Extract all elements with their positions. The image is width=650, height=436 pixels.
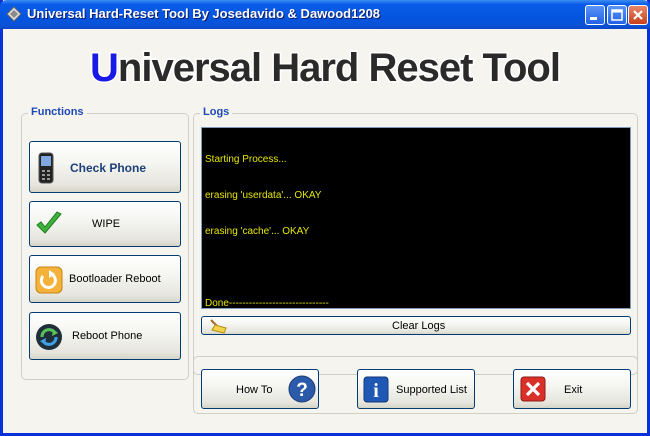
reboot-phone-label: Reboot Phone [72, 330, 143, 342]
check-phone-label: Check Phone [70, 161, 147, 175]
app-icon [6, 6, 22, 22]
clear-logs-button[interactable]: Clear Logs [201, 316, 631, 335]
refresh-circle-icon [36, 324, 62, 350]
supported-list-button[interactable]: i Supported List [357, 369, 475, 409]
close-icon [633, 10, 643, 20]
wipe-button[interactable]: WIPE [29, 201, 181, 247]
minimize-button[interactable] [585, 5, 605, 25]
minimize-icon [590, 17, 597, 20]
maximize-button[interactable] [607, 5, 627, 25]
main-window: Universal Hard-Reset Tool By Josedavido … [0, 0, 650, 436]
log-line: Done------------------------------ [205, 298, 329, 309]
how-to-button[interactable]: How To ? [201, 369, 319, 409]
close-x-icon [520, 376, 546, 402]
how-to-label: How To [236, 384, 273, 396]
title-bar[interactable]: Universal Hard-Reset Tool By Josedavido … [0, 0, 650, 29]
client-area: Universal Hard Reset Tool Functions Chec… [3, 29, 647, 433]
log-line: erasing 'userdata'... OKAY [205, 190, 322, 201]
supported-list-label: Supported List [396, 384, 467, 396]
checkmark-icon [36, 211, 62, 234]
exit-label: Exit [564, 384, 583, 396]
reboot-phone-button[interactable]: Reboot Phone [29, 312, 181, 360]
bootloader-reboot-button[interactable]: Bootloader Reboot [29, 255, 181, 303]
banner-text: Universal Hard Reset Tool [90, 46, 560, 90]
check-phone-button[interactable]: Check Phone [29, 141, 181, 193]
svg-text:?: ? [296, 380, 308, 401]
window-title: Universal Hard-Reset Tool By Josedavido … [27, 6, 381, 21]
logs-label: Logs [200, 106, 233, 118]
info-icon: i [363, 376, 389, 403]
phone-icon [38, 152, 54, 184]
svg-text:i: i [373, 380, 379, 402]
functions-label: Functions [28, 106, 87, 118]
close-button[interactable] [628, 5, 648, 25]
banner-logo: Universal Hard Reset Tool [89, 45, 563, 92]
banner-first-letter: U [90, 46, 118, 90]
reboot-arrow-icon [35, 266, 63, 294]
log-output[interactable]: Starting Process... erasing 'userdata'..… [201, 127, 631, 309]
broom-icon [210, 319, 227, 334]
bootloader-reboot-label: Bootloader Reboot [69, 273, 161, 285]
clear-logs-label: Clear Logs [392, 320, 446, 332]
log-line: Starting Process... [205, 154, 287, 165]
wipe-label: WIPE [92, 218, 121, 230]
exit-button[interactable]: Exit [513, 369, 631, 409]
banner-rest: niversal Hard Reset Tool [118, 46, 560, 90]
maximize-icon [611, 9, 623, 21]
help-icon: ? [288, 375, 316, 403]
log-line: erasing 'cache'... OKAY [205, 226, 310, 237]
